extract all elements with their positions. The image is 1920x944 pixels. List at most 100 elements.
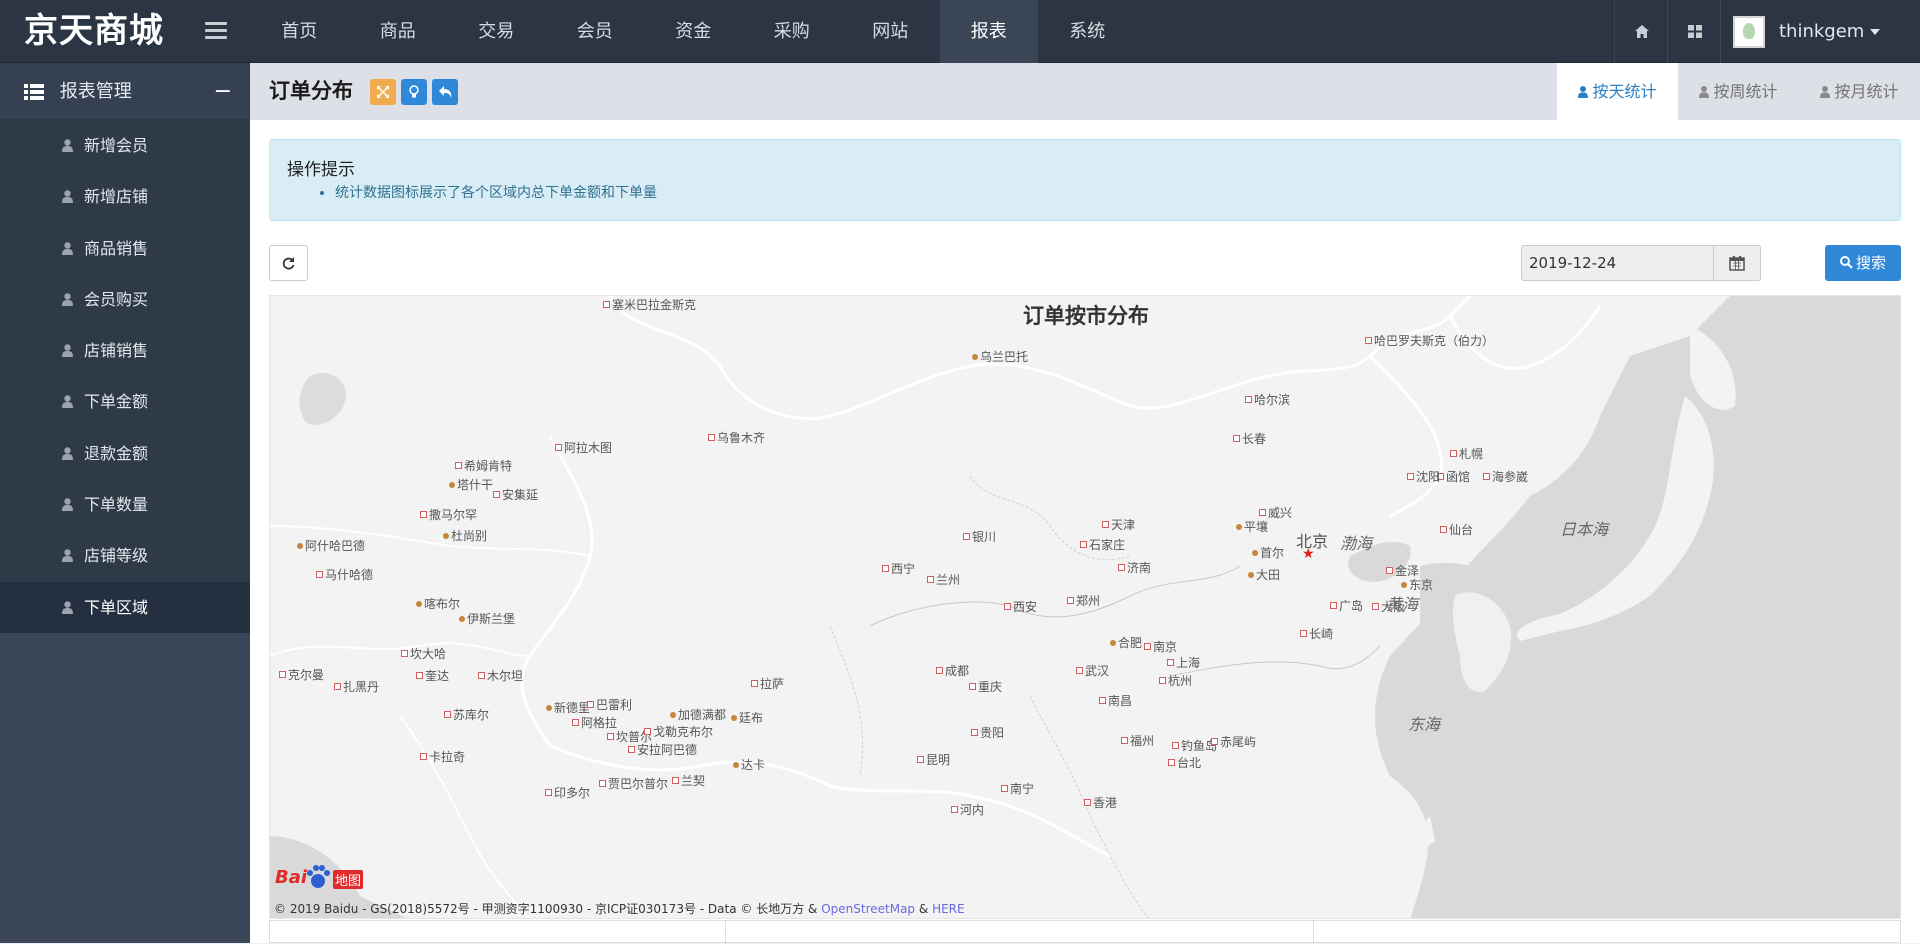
- map-city: 乌鲁木齐: [708, 429, 765, 446]
- map-city: 函馆: [1437, 468, 1470, 485]
- main-nav: 首页 商品 交易 会员 资金 采购 网站 报表 系统: [250, 0, 1137, 63]
- map-city: 台北: [1168, 754, 1201, 771]
- map-city: 海参崴: [1483, 468, 1528, 485]
- undo-icon: [438, 86, 451, 98]
- apps-button[interactable]: [1667, 0, 1720, 63]
- grid-icon: [1688, 25, 1702, 38]
- user-icon: [1578, 86, 1589, 98]
- alert-title: 操作提示: [287, 160, 355, 180]
- map-sea-label: 东海: [1408, 715, 1441, 734]
- map-city: 阿什哈巴德: [297, 537, 365, 554]
- alert-item: 统计数据图标展示了各个区域内总下单金额和下单量: [335, 182, 1883, 202]
- map-city: 伊斯兰堡: [459, 610, 515, 627]
- map-city: 合肥: [1110, 634, 1142, 651]
- user-icon: [62, 190, 73, 204]
- map-city: 福州: [1121, 732, 1154, 749]
- nav-item-home[interactable]: 首页: [250, 0, 349, 63]
- map-city: 西宁: [882, 560, 915, 577]
- page-title: 订单分布: [269, 79, 353, 103]
- nav-item-members[interactable]: 会员: [546, 0, 645, 63]
- map-city: 乌兰巴托: [972, 348, 1028, 365]
- sidebar-item-label: 下单数量: [84, 495, 149, 515]
- tab-label: 按月统计: [1834, 82, 1899, 101]
- openstreetmap-link[interactable]: OpenStreetMap: [821, 902, 915, 916]
- copyright-amp: &: [918, 902, 929, 916]
- map-city: 加德满都: [670, 706, 726, 723]
- map-city: 重庆: [969, 678, 1002, 695]
- sidebar-header[interactable]: 报表管理 −: [0, 63, 250, 120]
- map-city: 哈巴罗夫斯克（伯力）: [1365, 332, 1494, 349]
- order-map[interactable]: 订单按市分布 北京 ★ 塞米巴拉金斯克 乌兰巴托 哈巴罗夫斯克（伯力） 哈尔滨 …: [269, 295, 1901, 919]
- home-button[interactable]: [1614, 0, 1667, 63]
- search-label: 搜索: [1855, 254, 1886, 272]
- nav-item-website[interactable]: 网站: [841, 0, 940, 63]
- map-city: 安集延: [493, 486, 538, 503]
- date-input[interactable]: 2019-12-24: [1521, 245, 1714, 281]
- back-button[interactable]: [432, 79, 458, 105]
- map-city: 贵阳: [971, 724, 1004, 741]
- map-city: 天津: [1102, 516, 1135, 533]
- tab-monthly[interactable]: 按月统计: [1799, 63, 1920, 120]
- collapse-icon[interactable]: −: [214, 63, 232, 120]
- here-link[interactable]: HERE: [932, 902, 965, 916]
- sidebar-menu: 新增会员 新增店铺 商品销售 会员购买 店铺销售 下单金额 退款金额 下单数量 …: [0, 120, 250, 633]
- map-city: 广岛: [1330, 597, 1363, 614]
- map-city: 河内: [951, 801, 984, 818]
- sidebar-item-refund-amount[interactable]: 退款金额: [0, 428, 250, 479]
- paw-icon: [307, 865, 330, 888]
- nav-item-goods[interactable]: 商品: [349, 0, 448, 63]
- refresh-icon: [282, 257, 295, 270]
- map-city: 石家庄: [1080, 536, 1125, 553]
- map-city: 长春: [1233, 430, 1266, 447]
- sidebar-item-order-amount[interactable]: 下单金额: [0, 376, 250, 427]
- map-city: 南京: [1144, 638, 1177, 655]
- sidebar-item-new-stores[interactable]: 新增店铺: [0, 171, 250, 222]
- sidebar-item-store-level[interactable]: 店铺等级: [0, 530, 250, 581]
- tips-button[interactable]: [401, 79, 427, 105]
- capital-star-icon: ★: [1302, 546, 1315, 562]
- sidebar-item-label: 新增会员: [84, 136, 149, 155]
- baidu-map-text: 地图: [333, 870, 364, 889]
- refresh-button[interactable]: [269, 245, 308, 281]
- nav-item-reports[interactable]: 报表: [939, 0, 1038, 63]
- map-copyright: © 2019 Baidu - GS(2018)5572号 - 甲测资字11009…: [274, 900, 965, 917]
- map-city: 扎黑丹: [334, 678, 379, 695]
- sidebar-item-member-purchases[interactable]: 会员购买: [0, 274, 250, 325]
- user-icon: [62, 139, 73, 152]
- user-name: thinkgem: [1779, 21, 1865, 42]
- sidebar-item-goods-sales[interactable]: 商品销售: [0, 223, 250, 274]
- baidu-logo-text: Bai: [275, 867, 308, 888]
- user-icon: [1820, 86, 1831, 98]
- map-city: 郑州: [1067, 592, 1100, 609]
- tab-daily[interactable]: 按天统计: [1557, 63, 1678, 120]
- search-button[interactable]: 搜索: [1825, 245, 1901, 281]
- hamburger-icon[interactable]: [205, 22, 227, 40]
- map-city: 武汉: [1076, 662, 1109, 679]
- user-icon: [62, 344, 73, 358]
- sidebar-item-order-count[interactable]: 下单数量: [0, 479, 250, 530]
- map-title: 订单按市分布: [1023, 304, 1149, 328]
- nav-item-trade[interactable]: 交易: [447, 0, 546, 63]
- fullscreen-button[interactable]: [370, 79, 396, 105]
- tab-weekly[interactable]: 按周统计: [1678, 63, 1799, 120]
- map-city: 克尔曼: [279, 666, 324, 683]
- expand-icon: [377, 86, 389, 98]
- user-menu[interactable]: thinkgem: [1720, 0, 1920, 63]
- map-city: 木尔坦: [478, 667, 523, 684]
- nav-item-purchase[interactable]: 采购: [743, 0, 842, 63]
- lightbulb-icon: [409, 85, 419, 98]
- map-sea-label: 日本海: [1560, 520, 1609, 539]
- nav-item-system[interactable]: 系统: [1038, 0, 1137, 63]
- sidebar-item-new-members[interactable]: 新增会员: [0, 120, 250, 171]
- map-city: 戈勒克布尔: [644, 723, 713, 740]
- tab-label: 按天统计: [1592, 82, 1657, 101]
- map-city: 赤尾屿: [1211, 733, 1256, 750]
- map-city: 贾巴尔普尔: [599, 775, 668, 792]
- baidu-logo[interactable]: Bai 地图: [275, 864, 371, 892]
- sidebar-item-order-region[interactable]: 下单区域: [0, 581, 250, 633]
- sidebar-item-store-sales[interactable]: 店铺销售: [0, 325, 250, 376]
- nav-item-funds[interactable]: 资金: [644, 0, 743, 63]
- home-icon: [1635, 25, 1649, 38]
- calendar-button[interactable]: [1713, 245, 1761, 281]
- caret-down-icon: [1870, 28, 1881, 35]
